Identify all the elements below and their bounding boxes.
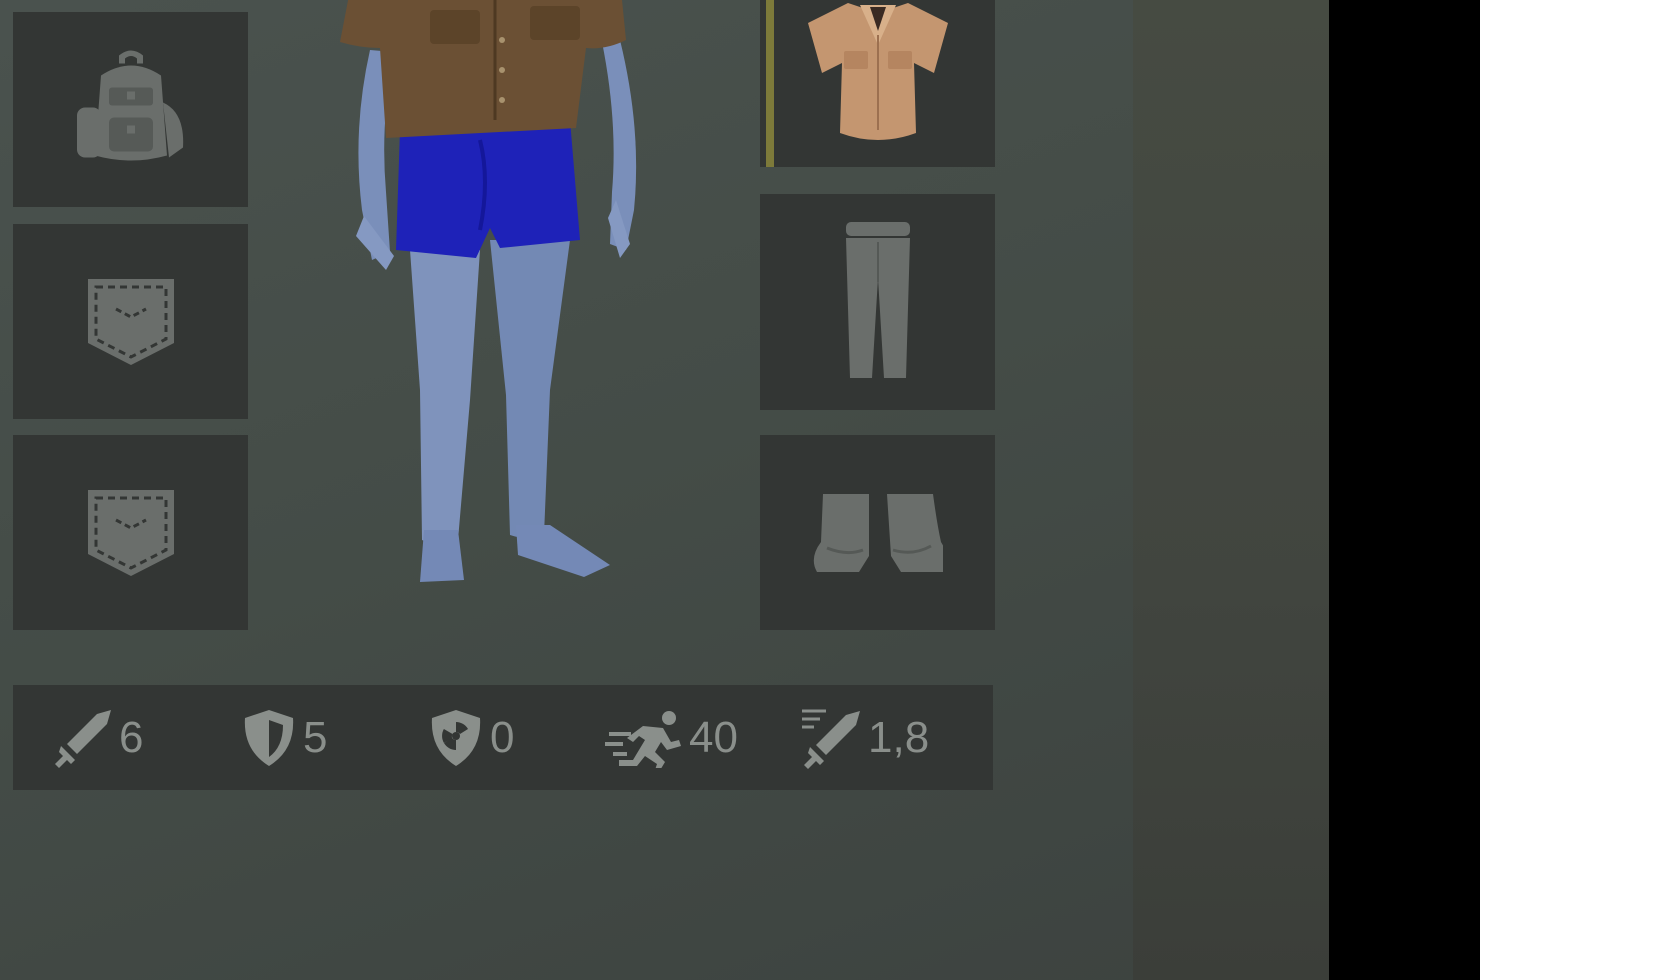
sword-icon [55, 709, 111, 768]
torso-slot[interactable] [760, 0, 995, 167]
stat-radiation-value: 0 [490, 712, 515, 762]
stat-speed-value: 40 [689, 712, 738, 762]
stat-attack-speed: 1,8 [800, 685, 929, 790]
swift-sword-icon [802, 709, 860, 769]
game-viewport: 6 5 0 40 1,8 [0, 0, 1480, 980]
stat-speed: 40 [603, 685, 738, 790]
legs-slot[interactable] [760, 194, 995, 410]
stat-attack: 6 [53, 685, 143, 790]
pants-icon [845, 222, 910, 378]
pocket-icon [87, 489, 174, 576]
character-model [340, 0, 637, 582]
feet-slot[interactable] [760, 435, 995, 630]
backpack-slot[interactable] [13, 12, 248, 207]
stat-attack-value: 6 [119, 712, 144, 762]
pocket-icon [87, 278, 174, 365]
radiation-shield-icon [431, 709, 481, 766]
pocket-slot-1[interactable] [13, 224, 248, 419]
equipped-indicator [766, 0, 774, 167]
stat-armor: 5 [241, 685, 327, 790]
pocket-slot-2[interactable] [13, 435, 248, 630]
letterbox [1329, 0, 1480, 980]
stats-bar: 6 5 0 40 1,8 [13, 685, 993, 790]
stat-armor-value: 5 [303, 712, 328, 762]
shield-icon [244, 709, 294, 766]
stat-attack-speed-value: 1,8 [868, 712, 930, 762]
boots-icon [813, 493, 943, 572]
shirt-icon [807, 3, 948, 140]
running-icon [605, 710, 681, 768]
backpack-icon [76, 50, 183, 160]
side-panel [1133, 0, 1329, 980]
stat-radiation: 0 [428, 685, 514, 790]
